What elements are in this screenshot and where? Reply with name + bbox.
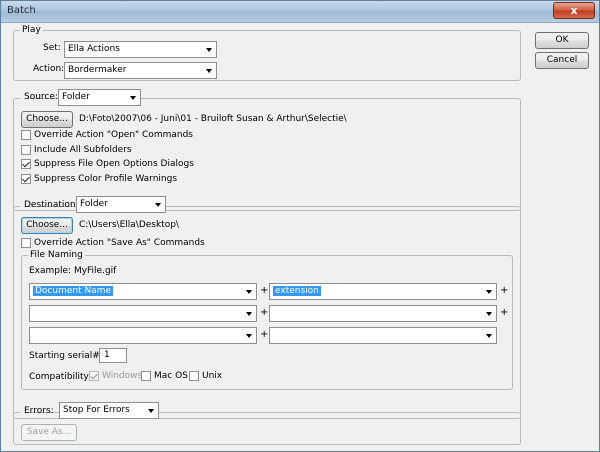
compat-unix-checkbox[interactable]: Unix	[189, 370, 222, 382]
destination-value: Folder	[80, 199, 108, 209]
naming-value: extension	[273, 286, 321, 296]
errors-value: Stop For Errors	[63, 405, 130, 415]
checkbox-box[interactable]	[189, 371, 199, 381]
action-label: Action:	[33, 64, 65, 74]
serial-input[interactable]: 1	[99, 348, 127, 363]
set-value: Ella Actions	[68, 44, 120, 54]
chevron-down-icon	[486, 334, 492, 338]
file-naming-example: Example: MyFile.gif	[29, 266, 117, 276]
action-value: Bordermaker	[68, 65, 127, 75]
checkbox-label: Windows	[102, 371, 143, 381]
checkbox-box	[89, 371, 99, 381]
checkbox-box[interactable]	[21, 238, 31, 248]
ok-button[interactable]: OK	[535, 32, 589, 49]
save-as-button: Save As...	[21, 424, 77, 441]
serial-label: Starting serial#:	[29, 351, 103, 361]
suppress-open-options-checkbox[interactable]: Suppress File Open Options Dialogs	[21, 158, 194, 170]
plus-sign: +	[260, 285, 269, 296]
file-naming-legend: File Naming	[30, 250, 83, 260]
chevron-down-icon	[155, 203, 161, 207]
naming-field-1-1[interactable]: Document Name	[29, 283, 257, 300]
checkbox-box[interactable]	[21, 174, 31, 184]
chevron-down-icon	[206, 48, 212, 52]
chevron-down-icon	[246, 290, 252, 294]
include-subfolders-checkbox[interactable]: Include All Subfolders	[21, 144, 132, 156]
chevron-down-icon	[486, 312, 492, 316]
checkbox-label: Include All Subfolders	[34, 145, 132, 155]
errors-select[interactable]: Stop For Errors	[59, 402, 159, 419]
checkbox-label: Mac OS	[154, 371, 188, 381]
naming-field-3-2[interactable]	[269, 327, 497, 344]
compatibility-label: Compatibility:	[29, 372, 92, 382]
checkbox-box[interactable]	[21, 145, 31, 155]
chevron-down-icon	[246, 312, 252, 316]
plus-sign: +	[260, 329, 269, 340]
compat-windows-checkbox: Windows	[89, 370, 142, 382]
naming-field-2-2[interactable]	[269, 305, 497, 322]
override-open-checkbox[interactable]: Override Action "Open" Commands	[21, 129, 193, 141]
source-path: D:\Foto\2007\06 - Juni\01 - Bruiloft Sus…	[79, 114, 347, 124]
checkbox-box[interactable]	[21, 130, 31, 140]
errors-label: Errors:	[24, 406, 54, 416]
naming-value: Document Name	[33, 286, 114, 296]
chevron-down-icon	[148, 409, 154, 413]
close-icon[interactable]: x	[553, 2, 595, 19]
destination-path: C:\Users\Ella\Desktop\	[79, 220, 179, 230]
naming-field-2-1[interactable]	[29, 305, 257, 322]
action-select[interactable]: Bordermaker	[64, 62, 217, 79]
checkbox-label: Suppress File Open Options Dialogs	[34, 159, 194, 169]
play-legend: Play	[22, 25, 41, 35]
naming-field-1-2[interactable]: extension	[269, 283, 497, 300]
override-save-as-checkbox[interactable]: Override Action "Save As" Commands	[21, 237, 205, 249]
source-value: Folder	[62, 92, 90, 102]
destination-choose-button[interactable]: Choose...	[21, 217, 73, 234]
window-title: Batch	[7, 5, 36, 16]
source-select[interactable]: Folder	[58, 89, 141, 106]
checkbox-label: Unix	[202, 371, 223, 381]
plus-sign: +	[500, 307, 509, 318]
plus-sign: +	[500, 285, 509, 296]
chevron-down-icon	[130, 96, 136, 100]
checkbox-box[interactable]	[21, 159, 31, 169]
chevron-down-icon	[246, 334, 252, 338]
cancel-button[interactable]: Cancel	[535, 52, 589, 69]
checkbox-label: Override Action "Save As" Commands	[34, 238, 205, 248]
set-label: Set:	[43, 43, 61, 53]
compat-macos-checkbox[interactable]: Mac OS	[141, 370, 188, 382]
suppress-color-profile-checkbox[interactable]: Suppress Color Profile Warnings	[21, 173, 177, 185]
checkbox-box[interactable]	[141, 371, 151, 381]
batch-dialog: Batch x OK Cancel Play Set: Ella Actions…	[0, 0, 600, 452]
title-bar: Batch x	[1, 1, 599, 23]
naming-field-3-1[interactable]	[29, 327, 257, 344]
chevron-down-icon	[206, 69, 212, 73]
plus-sign: +	[260, 307, 269, 318]
source-choose-button[interactable]: Choose...	[21, 111, 73, 128]
checkbox-label: Suppress Color Profile Warnings	[34, 174, 178, 184]
chevron-down-icon	[486, 290, 492, 294]
destination-select[interactable]: Folder	[76, 196, 166, 213]
set-select[interactable]: Ella Actions	[64, 41, 217, 58]
destination-label: Destination:	[24, 200, 79, 210]
checkbox-label: Override Action "Open" Commands	[34, 130, 193, 140]
source-label: Source:	[24, 92, 58, 102]
